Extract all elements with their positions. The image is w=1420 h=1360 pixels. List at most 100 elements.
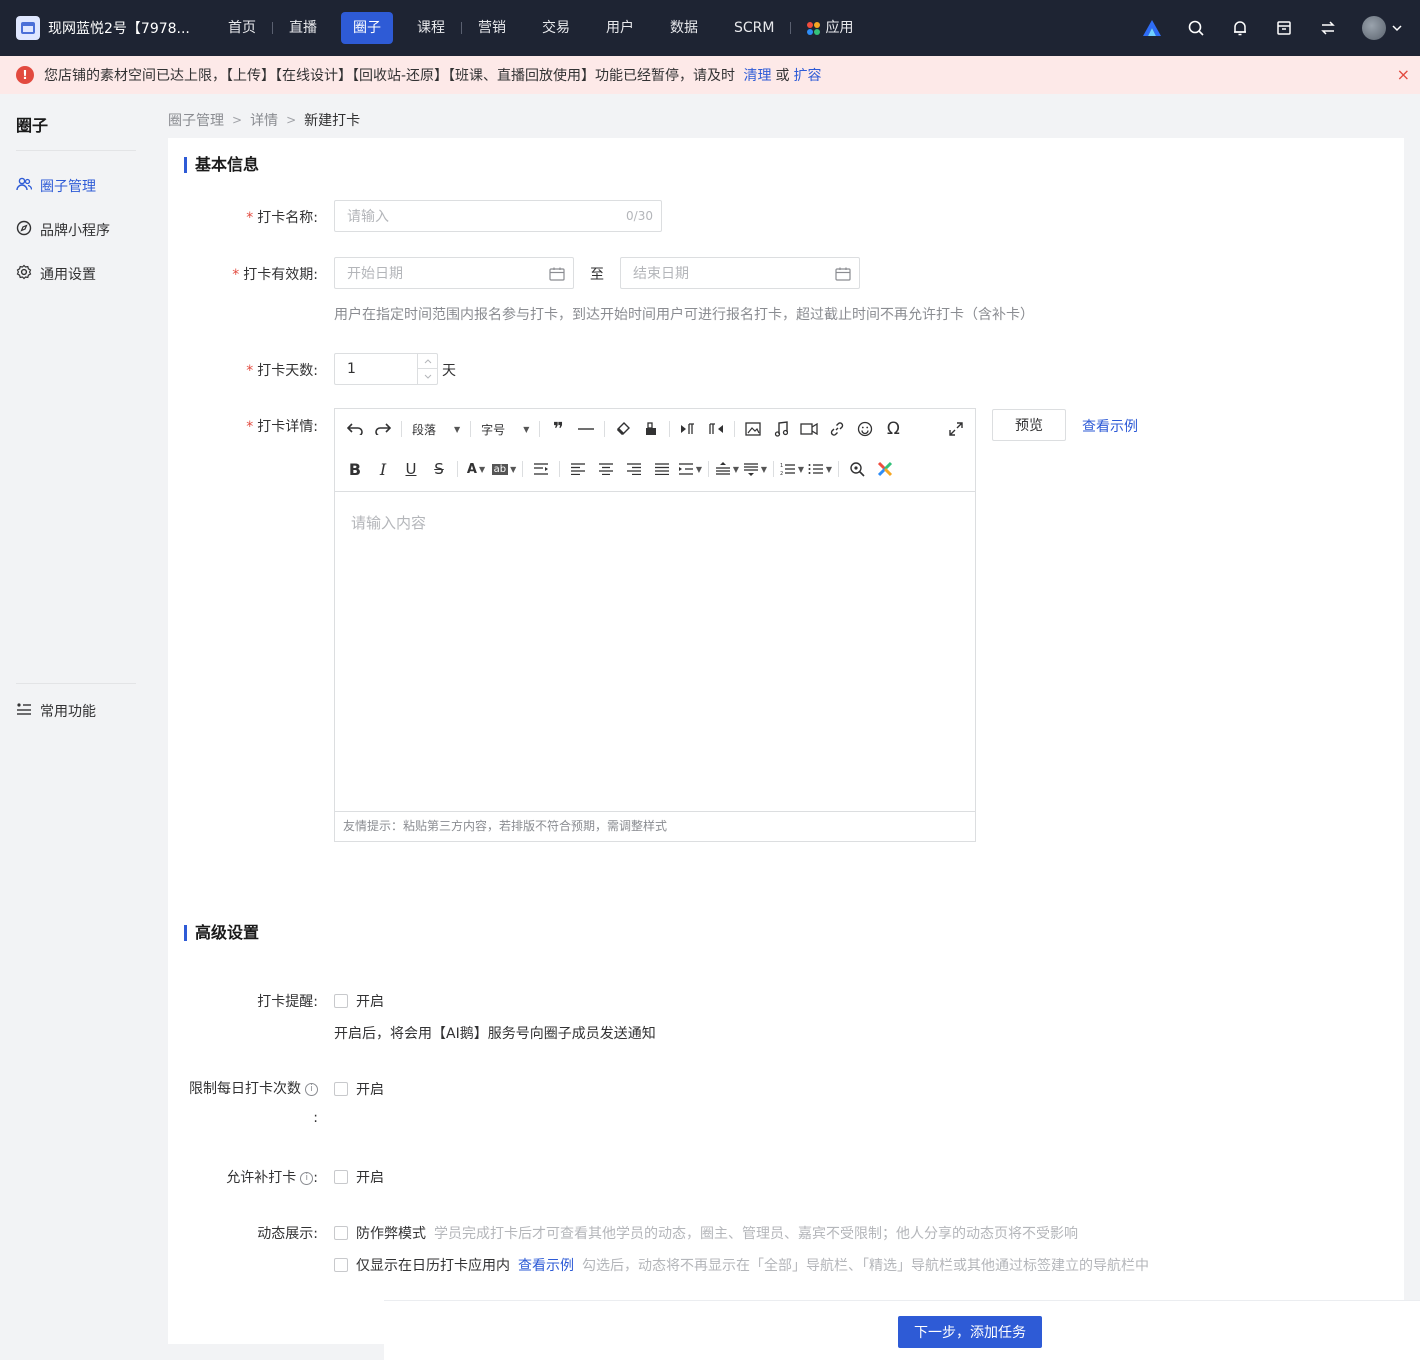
line-height-icon[interactable]: ▼	[742, 456, 768, 482]
music-icon[interactable]	[768, 416, 794, 442]
rtl-icon[interactable]	[703, 416, 729, 442]
checkbox[interactable]	[334, 1226, 348, 1240]
link-icon[interactable]	[824, 416, 850, 442]
storage-warning-banner: ! 您店铺的素材空间已达上限，【上传】【在线设计】【回收站-还原】【班课、直播回…	[0, 56, 1420, 94]
undo-icon[interactable]	[342, 416, 368, 442]
special-char-icon[interactable]: Ω	[880, 416, 906, 442]
switch-icon[interactable]	[1318, 18, 1338, 38]
sidebar-item-brand-miniapp[interactable]: 品牌小程序	[16, 220, 110, 240]
align-right-icon[interactable]	[621, 456, 647, 482]
nav-live[interactable]: 直播	[277, 12, 329, 44]
sidebar-item-common-functions[interactable]: 常用功能	[16, 701, 96, 721]
daily-limit-colon: :	[313, 1110, 318, 1126]
strikethrough-icon[interactable]: S	[426, 456, 452, 482]
info-icon[interactable]: i	[300, 1171, 314, 1185]
end-date-placeholder: 结束日期	[633, 266, 689, 282]
emoji-icon[interactable]	[852, 416, 878, 442]
user-menu[interactable]	[1362, 16, 1402, 40]
char-count: 0/30	[626, 209, 653, 223]
paragraph-spacing-icon[interactable]: ▼	[714, 456, 740, 482]
redo-icon[interactable]	[370, 416, 396, 442]
info-icon[interactable]: i	[305, 1082, 318, 1096]
remind-checkbox[interactable]: 开启	[334, 991, 384, 1011]
stepper-up-icon[interactable]	[418, 354, 437, 369]
nav-data[interactable]: 数据	[658, 12, 710, 44]
stepper-down-icon[interactable]	[418, 369, 437, 384]
line-indent-icon[interactable]: ▼	[677, 456, 703, 482]
underline-icon[interactable]: U	[398, 456, 424, 482]
breadcrumb-detail[interactable]: 详情	[250, 110, 278, 130]
brand-logo-icon[interactable]	[1142, 18, 1162, 38]
plugin-icon[interactable]	[872, 456, 898, 482]
days-stepper[interactable]: 1	[334, 353, 438, 385]
indent-icon[interactable]	[528, 456, 554, 482]
image-icon[interactable]	[740, 416, 766, 442]
apps-icon	[807, 21, 821, 35]
makeup-checkbox[interactable]: 开启	[334, 1167, 384, 1187]
anti-cheat-checkbox[interactable]: 防作弊模式 学员完成打卡后才可查看其他学员的动态，圈主、管理员、嘉宾不受限制；他…	[334, 1223, 1078, 1243]
nav-users[interactable]: 用户	[594, 12, 646, 44]
calendar-only-label: 仅显示在日历打卡应用内	[356, 1258, 510, 1274]
nav-scrm[interactable]: SCRM	[722, 12, 786, 44]
align-center-icon[interactable]	[593, 456, 619, 482]
rich-text-editor: 段落 ▼ 字号 ▼ ❞ Ω B I U S A ▼ ab ▼ ▼ ▼ ▼ 1 2…	[334, 408, 976, 842]
checkbox[interactable]	[334, 994, 348, 1008]
highlight-color-icon[interactable]: ab ▼	[491, 456, 517, 482]
sidebar-item-general-settings[interactable]: 通用设置	[16, 264, 96, 284]
bold-icon[interactable]: B	[342, 456, 368, 482]
editor-toolbar-row-2: B I U S A ▼ ab ▼ ▼ ▼ ▼ 1 2 ▼ ▼	[335, 449, 975, 489]
nav-marketing[interactable]: 营销	[466, 12, 518, 44]
enable-label: 开启	[356, 994, 384, 1010]
horizontal-rule-icon[interactable]	[573, 416, 599, 442]
bullet-list-icon[interactable]: ▼	[807, 456, 833, 482]
ordered-list-icon[interactable]: 1 2 ▼	[779, 456, 805, 482]
nav-trade[interactable]: 交易	[530, 12, 582, 44]
nav-course[interactable]: 课程	[405, 12, 457, 44]
start-date-input[interactable]: 开始日期	[334, 257, 574, 289]
sidebar-item-circle-manage[interactable]: 圈子管理	[16, 176, 96, 196]
checkin-name-input[interactable]: 请输入 0/30	[334, 200, 662, 232]
calendar-only-checkbox[interactable]: 仅显示在日历打卡应用内 查看示例 勾选后，动态将不再显示在「全部」导航栏、「精选…	[334, 1255, 1149, 1275]
bell-icon[interactable]	[1230, 18, 1250, 38]
days-value: 1	[347, 361, 356, 377]
breadcrumb-circle-manage[interactable]: 圈子管理	[168, 110, 224, 130]
view-example-link[interactable]: 查看示例	[1082, 416, 1138, 436]
fullscreen-icon[interactable]	[943, 416, 969, 442]
nav-apps[interactable]: 应用	[795, 12, 865, 44]
search-icon[interactable]	[1186, 18, 1206, 38]
sidebar-item-label: 品牌小程序	[40, 223, 110, 239]
preview-button[interactable]: 预览	[992, 409, 1066, 441]
clean-link[interactable]: 清理	[744, 68, 772, 84]
end-date-input[interactable]: 结束日期	[620, 257, 860, 289]
font-color-icon[interactable]: A ▼	[463, 456, 489, 482]
sidebar-item-label: 通用设置	[40, 267, 96, 283]
view-example-link[interactable]: 查看示例	[518, 1255, 574, 1275]
eraser-icon[interactable]	[610, 416, 636, 442]
video-icon[interactable]	[796, 416, 822, 442]
align-justify-icon[interactable]	[649, 456, 675, 482]
align-left-icon[interactable]	[565, 456, 591, 482]
quote-icon[interactable]: ❞	[545, 416, 571, 442]
chevron-right-icon: >	[232, 113, 243, 127]
close-icon[interactable]: ×	[1397, 66, 1410, 84]
next-step-button[interactable]: 下一步，添加任务	[898, 1316, 1042, 1348]
checkbox[interactable]	[334, 1258, 348, 1272]
store-icon[interactable]	[1274, 18, 1294, 38]
format-brush-icon[interactable]	[638, 416, 664, 442]
nav-circle[interactable]: 圈子	[341, 12, 393, 44]
search-replace-icon[interactable]	[844, 456, 870, 482]
font-size-select[interactable]: 字号 ▼	[475, 421, 535, 438]
nav-home[interactable]: 首页	[216, 12, 268, 44]
checkbox[interactable]	[334, 1082, 348, 1096]
nav-divider	[790, 22, 792, 34]
shop-switcher[interactable]: 现网蓝悦2号【7978...	[16, 16, 206, 40]
daily-limit-checkbox[interactable]: 开启	[334, 1079, 384, 1099]
users-icon	[16, 177, 33, 195]
ltr-icon[interactable]	[675, 416, 701, 442]
expand-link[interactable]: 扩容	[794, 68, 822, 84]
italic-icon[interactable]: I	[370, 456, 396, 482]
paragraph-select[interactable]: 段落 ▼	[406, 421, 466, 438]
checkbox[interactable]	[334, 1170, 348, 1184]
editor-content-area[interactable]: 请输入内容	[335, 491, 975, 811]
editor-placeholder: 请输入内容	[351, 514, 427, 532]
